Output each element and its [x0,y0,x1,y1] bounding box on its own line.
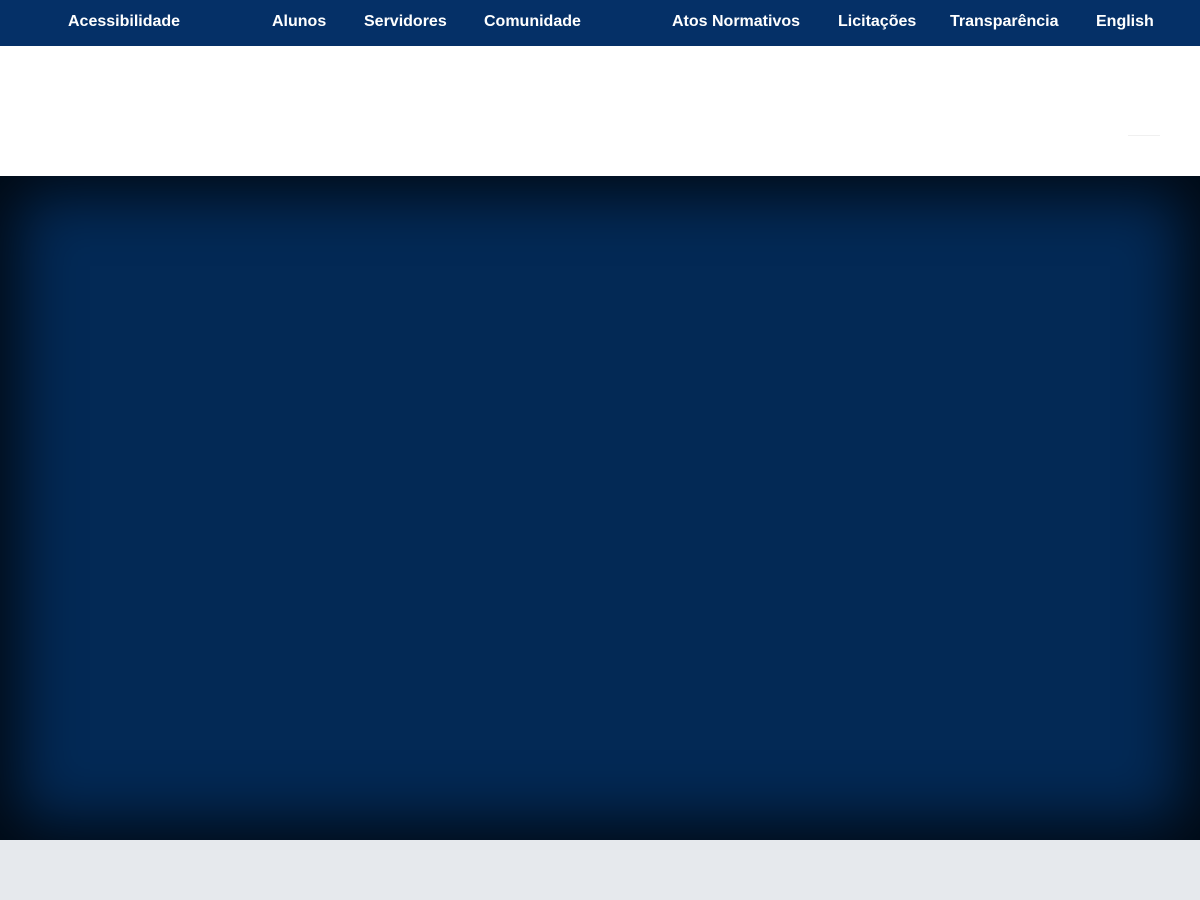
site-header [0,46,1200,176]
nav-link-english[interactable]: English [1096,0,1154,46]
nav-link-atos-normativos[interactable]: Atos Normativos [672,0,800,46]
hero-banner [0,176,1200,840]
header-divider [1128,135,1160,136]
nav-link-servidores[interactable]: Servidores [364,0,447,46]
nav-link-transparencia[interactable]: Transparência [950,0,1059,46]
content-area [0,840,1200,900]
nav-link-alunos[interactable]: Alunos [272,0,326,46]
nav-link-comunidade[interactable]: Comunidade [484,0,581,46]
nav-link-acessibilidade[interactable]: Acessibilidade [68,0,180,46]
nav-link-licitacoes[interactable]: Licitações [838,0,916,46]
top-navigation-bar: Acessibilidade Alunos Servidores Comunid… [0,0,1200,46]
